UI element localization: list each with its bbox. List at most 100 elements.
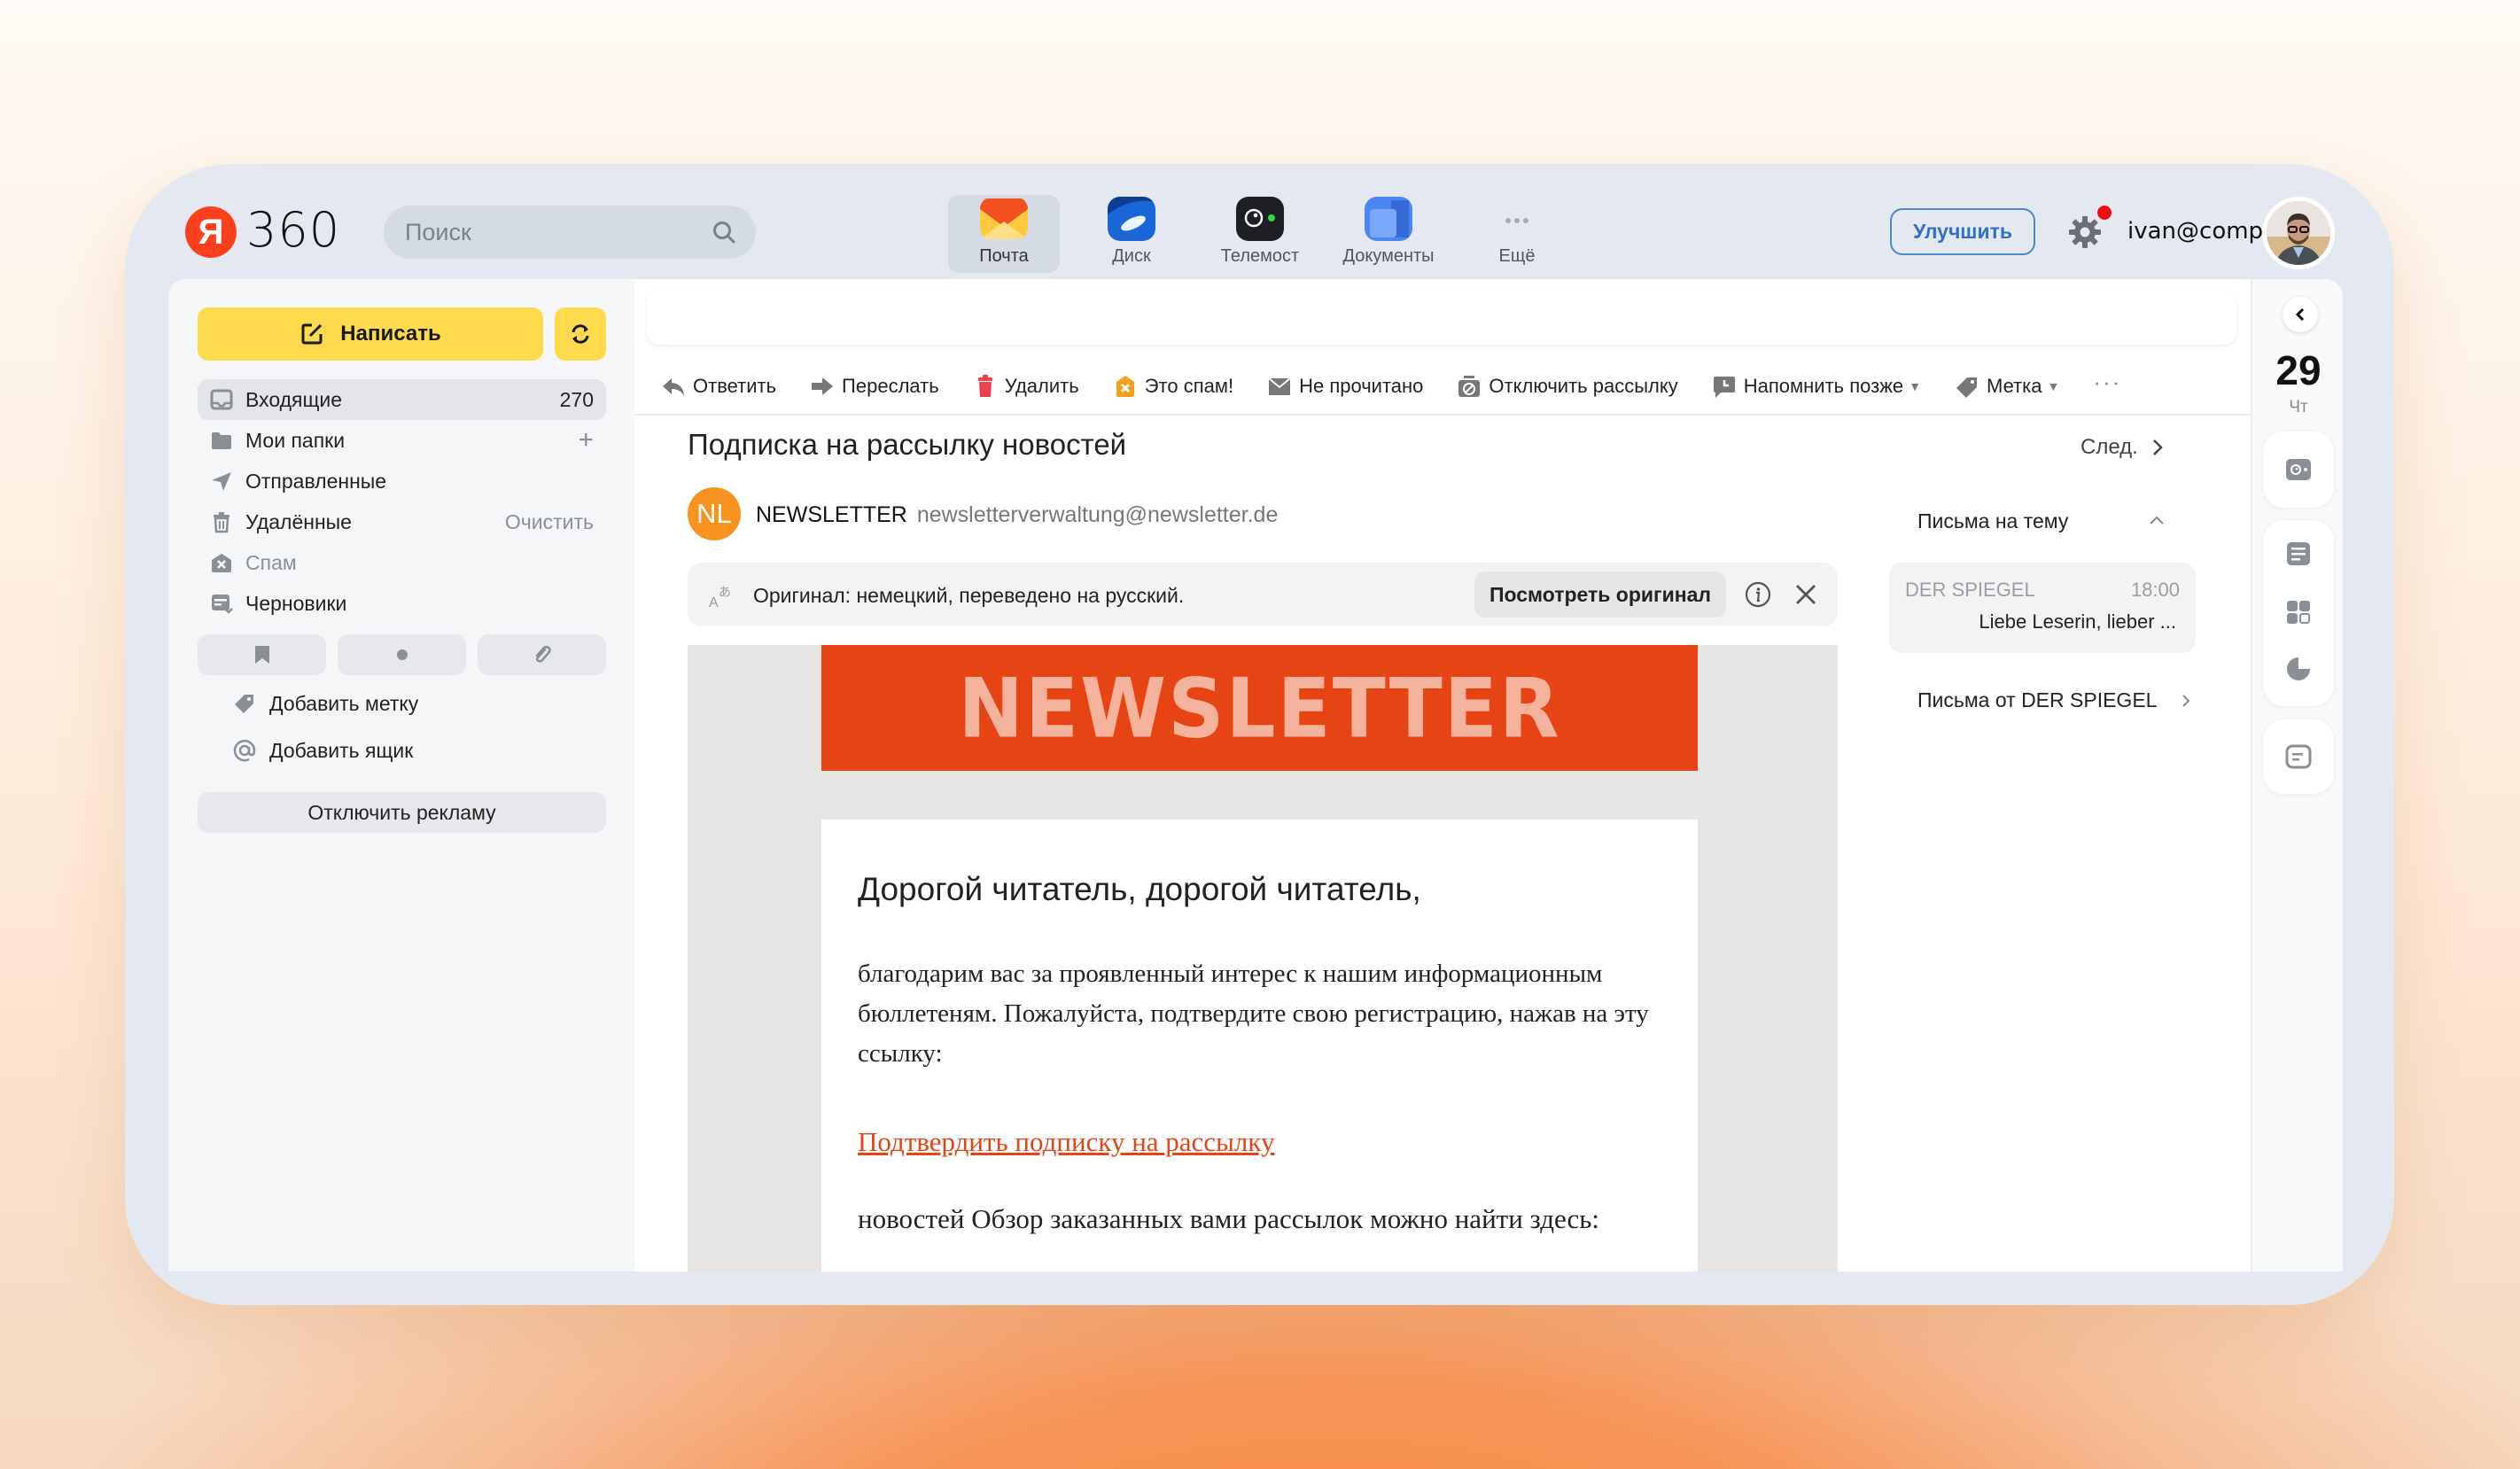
label-button[interactable]: Метка ▼ (1955, 375, 2059, 398)
close-icon[interactable] (1793, 582, 1818, 607)
app-mail[interactable]: Почта (948, 195, 1060, 273)
remind-later-button[interactable]: Напомнить позже ▼ (1712, 375, 1921, 398)
related-snippet: Liebe Leserin, lieber ... (1979, 610, 2176, 633)
confirm-subscription-link[interactable]: Подтвердить подписку на рассылку (858, 1126, 1275, 1158)
unsubscribe-label: Отключить рассылку (1489, 375, 1678, 397)
filter-unread-button[interactable] (338, 634, 466, 675)
mail-app-icon (980, 198, 1028, 239)
forward-label: Переслать (842, 375, 939, 397)
sender-avatar[interactable]: NL (688, 487, 741, 540)
unsubscribe-button[interactable]: Отключить рассылку (1457, 375, 1678, 398)
mark-unread-label: Не прочитано (1299, 375, 1424, 397)
folder-inbox[interactable]: Входящие 270 (198, 379, 606, 420)
app-documents[interactable]: Документы (1333, 195, 1444, 273)
app-label: Почта (979, 246, 1029, 266)
search-icon[interactable] (712, 220, 736, 245)
compose-button[interactable]: Написать (198, 307, 543, 361)
add-label-link[interactable]: Добавить метку (232, 691, 418, 716)
banner-text: NEWSLETTER (958, 659, 1561, 757)
more-actions-button[interactable]: ··· (2093, 369, 2121, 396)
upgrade-button[interactable]: Улучшить (1890, 208, 2035, 255)
caret-down-icon: ▼ (1909, 379, 1922, 393)
reply-button[interactable]: Ответить (661, 375, 776, 398)
logo-360[interactable]: 360 (246, 202, 340, 258)
pie-chart-icon[interactable] (2284, 655, 2313, 683)
mark-unread-button[interactable]: Не прочитано (1267, 375, 1423, 398)
folder-spam[interactable]: Спам (198, 542, 606, 583)
app-telemost[interactable]: Телемост (1204, 195, 1316, 273)
widgets-icon[interactable] (2284, 598, 2313, 626)
caret-down-icon: ▼ (2047, 379, 2060, 393)
add-folder-button[interactable]: + (578, 425, 594, 455)
messages-from-sender-link[interactable]: Письма от DER SPIEGEL (1917, 688, 2190, 712)
message-view: Ответить Переслать Удалить Это спам! Не … (634, 279, 2251, 1271)
search-input[interactable] (405, 206, 697, 259)
filter-attachments-button[interactable] (478, 634, 606, 675)
rail-group-tools (2263, 520, 2334, 706)
folder-my-folders[interactable]: Мои папки + (198, 420, 606, 461)
sidebar: Написать Входящие 270 Мои папки + Отправ… (168, 279, 634, 1271)
collapse-rail-button[interactable] (2283, 297, 2318, 332)
reply-label: Ответить (693, 375, 777, 397)
related-message[interactable]: DER SPIEGEL 18:00 Liebe Leserin, lieber … (1889, 563, 2196, 653)
delete-button[interactable]: Удалить (973, 375, 1079, 398)
app-label: Телемост (1220, 246, 1300, 266)
add-mailbox-link[interactable]: Добавить ящик (232, 738, 413, 763)
translation-bar: Aあ Оригинал: немецкий, переведено на рус… (688, 563, 1838, 626)
remind-icon (1713, 377, 1735, 398)
user-avatar[interactable] (2262, 197, 2335, 269)
calendar-day[interactable]: 29 (2252, 346, 2343, 394)
telemost-app-icon (1236, 197, 1284, 241)
sent-icon (212, 472, 231, 491)
spam-icon (212, 554, 231, 572)
related-threads-title: Письма на тему (1917, 509, 2069, 532)
unread-dot-icon (396, 649, 408, 660)
settings-gear-icon[interactable] (2067, 214, 2103, 250)
next-label: След. (2081, 435, 2138, 459)
refresh-button[interactable] (555, 307, 606, 361)
sender-info[interactable]: NEWSLETTER newsletterverwaltung@newslett… (756, 502, 1278, 528)
chat-icon[interactable] (2284, 742, 2313, 771)
folder-sent[interactable]: Отправленные (198, 461, 606, 501)
related-from: DER SPIEGEL (1905, 579, 2035, 601)
refresh-icon (572, 324, 589, 344)
notification-dot (2097, 206, 2112, 220)
more-dots-icon (1505, 218, 1528, 223)
search-box[interactable] (384, 206, 756, 259)
folder-drafts[interactable]: Черновики (198, 583, 606, 624)
next-message-button[interactable]: След. (2081, 435, 2163, 460)
sender-email: newsletterverwaltung@newsletter.de (916, 502, 1279, 527)
app-disk[interactable]: Диск (1076, 195, 1187, 273)
disable-ads-button[interactable]: Отключить рекламу (198, 792, 606, 833)
label-icon (1956, 377, 1978, 398)
from-link-label: Письма от DER SPIEGEL (1917, 688, 2158, 711)
add-mailbox-text: Добавить ящик (269, 738, 414, 762)
view-original-button[interactable]: Посмотреть оригинал (1474, 571, 1726, 618)
main-panel: Написать Входящие 270 Мои папки + Отправ… (168, 279, 2343, 1271)
related-time: 18:00 (2130, 579, 2180, 601)
email-paragraph: новостей Обзор заказанных вами рассылок … (858, 1203, 1600, 1234)
forward-button[interactable]: Переслать (810, 375, 939, 398)
compose-label: Написать (340, 322, 441, 346)
telemost-icon[interactable] (2284, 455, 2313, 484)
newsletter-banner: NEWSLETTER (821, 645, 1698, 771)
folder-label: Спам (245, 550, 297, 574)
top-strip (647, 290, 2236, 345)
filter-important-button[interactable] (198, 634, 326, 675)
notes-icon[interactable] (2284, 540, 2313, 568)
folder-trash[interactable]: Удалённые Очистить (198, 501, 606, 542)
yandex-logo[interactable]: Я (185, 206, 237, 258)
label-label: Метка (1987, 375, 2042, 397)
folder-label: Удалённые (245, 509, 352, 533)
bookmark-icon (254, 646, 269, 664)
folder-label: Мои папки (245, 428, 346, 452)
info-icon[interactable] (1744, 580, 1772, 609)
app-more[interactable]: Ещё (1461, 195, 1573, 273)
empty-trash-button[interactable]: Очистить (505, 510, 594, 534)
folder-icon (212, 432, 231, 449)
chevron-right-icon (2182, 694, 2190, 707)
spam-mark-icon (1116, 376, 1134, 397)
mark-spam-button[interactable]: Это спам! (1113, 375, 1233, 398)
chevron-up-icon[interactable] (2148, 513, 2166, 527)
message-toolbar: Ответить Переслать Удалить Это спам! Не … (634, 359, 2251, 416)
